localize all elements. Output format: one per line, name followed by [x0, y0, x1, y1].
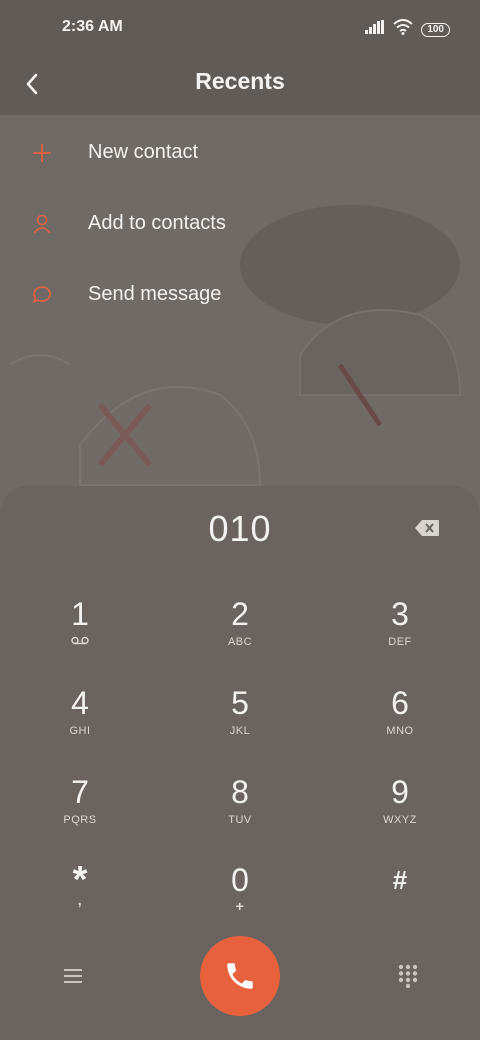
key-9[interactable]: 9 WXYZ — [320, 774, 480, 862]
page-title: Recents — [195, 68, 285, 94]
key-letters: DEF — [388, 636, 412, 648]
key-digit: 2 — [231, 596, 249, 632]
key-letters: + — [235, 898, 245, 914]
key-8[interactable]: 8 TUV — [160, 774, 320, 862]
key-digit: 7 — [71, 774, 89, 810]
key-7[interactable]: 7 PQRS — [0, 774, 160, 862]
signal-icon — [365, 20, 385, 39]
key-letters: WXYZ — [383, 814, 417, 826]
new-contact-item[interactable]: New contact — [0, 117, 480, 188]
dialer-bottom-bar — [0, 936, 480, 1016]
wifi-icon — [393, 19, 413, 40]
key-5[interactable]: 5 JKL — [160, 685, 320, 773]
dialed-number: 010 — [208, 508, 272, 549]
key-3[interactable]: 3 DEF — [320, 596, 480, 684]
key-1[interactable]: 1 — [0, 596, 160, 684]
key-digit: 6 — [391, 685, 409, 721]
send-message-item[interactable]: Send message — [0, 259, 480, 330]
hamburger-menu-icon — [64, 969, 82, 983]
person-icon — [33, 214, 51, 234]
app-bar: Recents — [0, 56, 480, 115]
key-digit: 8 — [231, 774, 249, 810]
status-time: 2:36 AM — [62, 18, 123, 35]
key-6[interactable]: 6 MNO — [320, 685, 480, 773]
key-2[interactable]: 2 ABC — [160, 596, 320, 684]
voicemail-icon — [0, 636, 160, 648]
send-message-label: Send message — [88, 283, 222, 305]
add-to-contacts-label: Add to contacts — [88, 212, 226, 234]
plus-icon — [33, 143, 51, 162]
key-4[interactable]: 4 GHI — [0, 685, 160, 773]
key-digit: 5 — [231, 685, 249, 721]
key-digit: # — [392, 865, 408, 895]
phone-icon — [227, 963, 253, 989]
status-icons: 100 — [365, 19, 450, 40]
key-digit: 1 — [71, 596, 89, 632]
recents-actions: New contact Add to contacts Send message — [0, 117, 480, 330]
backspace-icon — [415, 520, 439, 536]
key-letters: PQRS — [63, 814, 97, 826]
key-letters: GHI — [69, 725, 91, 737]
backspace-button[interactable] — [412, 516, 442, 540]
menu-button[interactable] — [58, 964, 88, 988]
dialpad-toggle-button[interactable] — [396, 962, 420, 990]
battery-indicator: 100 — [421, 22, 450, 37]
key-letters: , — [77, 892, 83, 908]
key-digit: 9 — [391, 774, 409, 810]
call-button[interactable] — [200, 936, 280, 1016]
dialpad-icon — [398, 964, 418, 988]
dialer-panel: 010 1 2 ABC 3 DEF 4 GHI 5 JKL 6 MNO 7 PQ… — [0, 486, 480, 1040]
key-digit: 0 — [231, 862, 249, 898]
new-contact-label: New contact — [88, 141, 199, 163]
add-to-contacts-item[interactable]: Add to contacts — [0, 188, 480, 259]
message-bubble-icon — [33, 285, 51, 303]
key-letters: JKL — [229, 725, 251, 737]
key-digit: 4 — [71, 685, 89, 721]
key-letters: MNO — [386, 725, 414, 737]
key-letters: ABC — [227, 636, 253, 648]
status-bar: 2:36 AM 100 — [0, 0, 480, 56]
key-digit: 3 — [391, 596, 409, 632]
key-letters: TUV — [228, 814, 252, 826]
